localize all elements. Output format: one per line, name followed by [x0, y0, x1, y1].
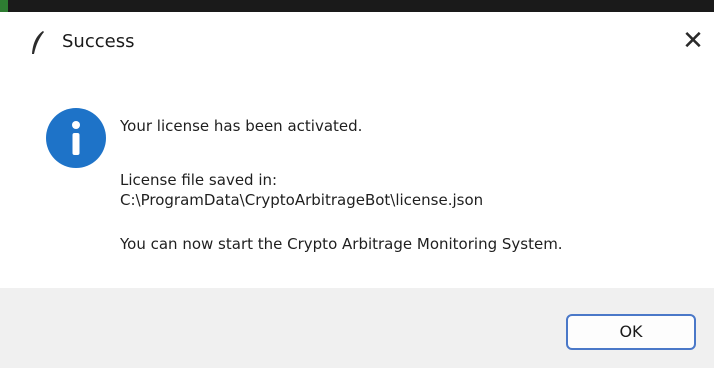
top-strip-accent — [0, 0, 8, 12]
dialog-content: Your license has been activated. License… — [0, 74, 714, 288]
dialog-title: Success — [62, 31, 135, 52]
info-icon — [44, 106, 108, 170]
message-start-system: You can now start the Crypto Arbitrage M… — [120, 235, 563, 253]
message-activated: Your license has been activated. — [120, 117, 363, 135]
dialog-footer: OK — [0, 288, 714, 368]
feather-icon — [30, 30, 46, 56]
message-file-path: C:\ProgramData\CryptoArbitrageBot\licens… — [120, 191, 484, 209]
top-window-strip — [0, 0, 714, 12]
message-saved-label: License file saved in: — [120, 171, 278, 189]
dialog-titlebar: Success ✕ — [0, 12, 714, 74]
close-icon[interactable]: ✕ — [678, 24, 708, 58]
ok-button[interactable]: OK — [566, 314, 696, 350]
